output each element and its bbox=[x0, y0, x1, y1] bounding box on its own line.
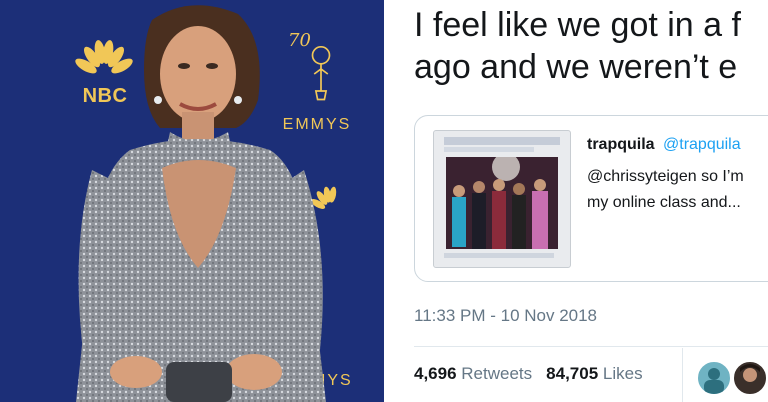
likes-stat[interactable]: 84,705 Likes bbox=[546, 364, 642, 383]
quoted-tweet-body: @chrissyteigen so I’m my online class an… bbox=[587, 164, 744, 216]
tweet-timestamp[interactable]: 11:33 PM - 10 Nov 2018 bbox=[414, 306, 597, 326]
person-figure bbox=[76, 5, 326, 402]
quoted-tweet-author: trapquila @trapquila bbox=[587, 136, 741, 154]
tweet-text-line: I feel like we got in a f bbox=[414, 6, 741, 44]
retweets-count: 4,696 bbox=[414, 364, 457, 383]
quoted-body-line: my online class and... bbox=[587, 194, 741, 211]
divider bbox=[414, 346, 768, 347]
retweets-stat[interactable]: 4,696 Retweets bbox=[414, 364, 532, 383]
tweet-card: I feel like we got in a f ago and we wer… bbox=[384, 0, 768, 402]
red-carpet-photo: NBC 70 EMMYS EMMYS bbox=[0, 0, 384, 402]
likes-count: 84,705 bbox=[546, 364, 599, 383]
divider-vertical bbox=[682, 348, 683, 402]
tweet-text: I feel like we got in a f ago and we wer… bbox=[414, 4, 768, 88]
retweets-label: Retweets bbox=[461, 364, 533, 383]
liker-avatar[interactable] bbox=[732, 360, 768, 396]
likes-label: Likes bbox=[602, 364, 643, 383]
quoted-tweet-image[interactable] bbox=[433, 130, 571, 268]
party-photo-image bbox=[446, 157, 558, 249]
quoted-author-name[interactable]: trapquila bbox=[587, 136, 655, 153]
tweet-text-line: ago and we weren’t e bbox=[414, 48, 738, 86]
quoted-body-line: @chrissyteigen so I’m bbox=[587, 168, 744, 185]
quoted-tweet[interactable]: trapquila @trapquila @chrissyteigen so I… bbox=[414, 115, 768, 282]
liker-avatar[interactable] bbox=[696, 360, 732, 396]
engagement-stats: 4,696 Retweets 84,705 Likes bbox=[414, 364, 643, 384]
quoted-author-handle[interactable]: @trapquila bbox=[663, 136, 741, 153]
